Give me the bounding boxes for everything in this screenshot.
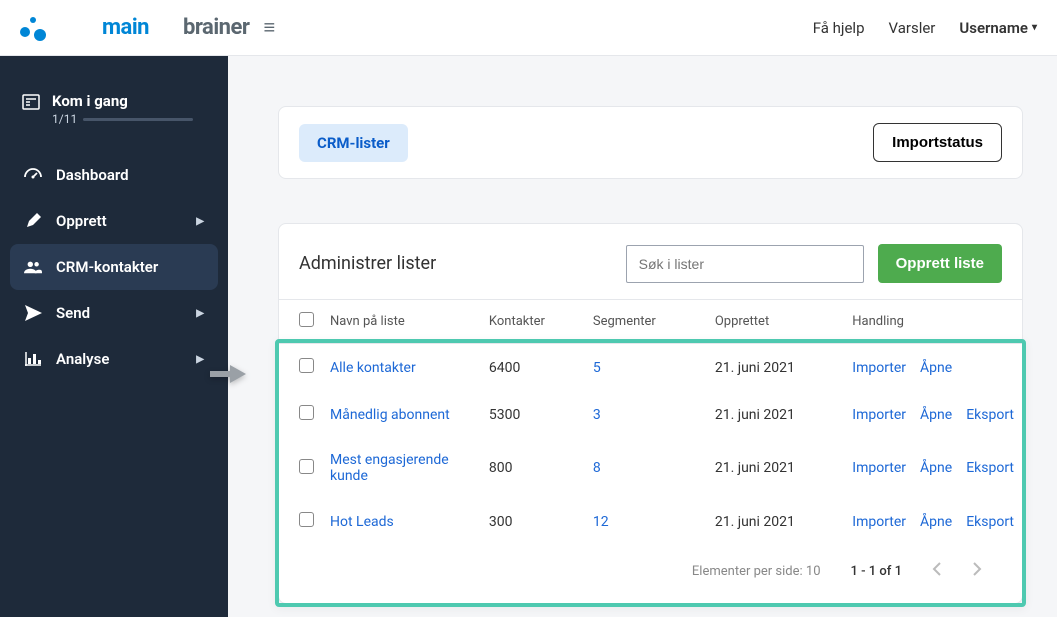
dashboard-icon <box>24 167 42 183</box>
topbar-right: Få hjelp Varsler Username ▾ <box>813 19 1037 37</box>
contacts-cell: 6400 <box>481 344 585 392</box>
username-dropdown[interactable]: Username ▾ <box>959 19 1037 37</box>
topbar: mainbrainer ≡ Få hjelp Varsler Username … <box>0 0 1057 56</box>
export-link[interactable]: Eksport <box>966 460 1014 476</box>
hamburger-icon[interactable]: ≡ <box>263 15 275 40</box>
segments-link[interactable]: 5 <box>593 360 601 376</box>
import-link[interactable]: Importer <box>852 360 906 376</box>
created-cell: 21. juni 2021 <box>707 344 844 392</box>
progress-counter: 1/11 <box>52 112 77 126</box>
import-link[interactable]: Importer <box>852 407 906 423</box>
segments-link[interactable]: 12 <box>593 514 609 530</box>
list-name-link[interactable]: Mest engasjerende kunde <box>330 452 449 484</box>
lists-table: Navn på liste Kontakter Segmenter Oppret… <box>279 299 1022 545</box>
table-row: Alle kontakter 6400 5 21. juni 2021 Importer… <box>279 344 1022 392</box>
caret-down-icon: ▾ <box>1032 22 1037 33</box>
export-link[interactable]: Eksport <box>966 407 1014 423</box>
help-link[interactable]: Få hjelp <box>813 19 865 37</box>
created-cell: 21. juni 2021 <box>707 498 844 545</box>
row-checkbox[interactable] <box>299 405 314 420</box>
open-link[interactable]: Åpne <box>920 514 952 530</box>
created-cell: 21. juni 2021 <box>707 438 844 498</box>
open-link[interactable]: Åpne <box>920 407 952 423</box>
tabs-card: CRM-lister Importstatus <box>278 106 1023 179</box>
open-link[interactable]: Åpne <box>920 360 952 376</box>
sidebar-item-analyse[interactable]: Analyse ▶ <box>10 336 218 382</box>
progress-bar <box>83 118 193 121</box>
export-link[interactable]: Eksport <box>966 514 1014 530</box>
sidebar-item-crm-kontakter[interactable]: CRM-kontakter <box>10 244 218 290</box>
page-range: 1 - 1 of 1 <box>851 564 902 579</box>
row-checkbox[interactable] <box>299 358 314 373</box>
row-checkbox[interactable] <box>299 512 314 527</box>
contacts-cell: 300 <box>481 498 585 545</box>
logo[interactable]: mainbrainer <box>20 15 249 41</box>
per-page-label: Elementer per side: 10 <box>692 564 821 579</box>
prev-page-button[interactable] <box>932 561 942 581</box>
table-row: Månedlig abonnent 5300 3 21. juni 2021 Impor… <box>279 391 1022 438</box>
logo-text: mainbrainer <box>52 15 249 40</box>
chevron-right-icon: ▶ <box>196 216 204 227</box>
pager: Elementer per side: 10 1 - 1 of 1 <box>279 545 1022 603</box>
chevron-right-icon: ▶ <box>196 308 204 319</box>
next-page-button[interactable] <box>972 561 982 581</box>
sidebar-item-dashboard[interactable]: Dashboard <box>10 152 218 198</box>
import-link[interactable]: Importer <box>852 460 906 476</box>
create-list-button[interactable]: Opprett liste <box>878 244 1002 283</box>
col-name: Navn på liste <box>322 300 481 344</box>
topbar-left: mainbrainer ≡ <box>20 15 275 41</box>
segments-link[interactable]: 3 <box>593 407 601 423</box>
segments-link[interactable]: 8 <box>593 460 601 476</box>
row-checkbox[interactable] <box>299 459 314 474</box>
import-link[interactable]: Importer <box>852 514 906 530</box>
sidebar-item-opprett[interactable]: Opprett ▶ <box>10 198 218 244</box>
sidebar-item-label: Dashboard <box>56 166 129 184</box>
col-actions: Handling <box>844 300 1022 344</box>
search-input[interactable] <box>626 245 864 283</box>
table-row: Hot Leads 300 12 21. juni 2021 Importer Åpne E… <box>279 498 1022 545</box>
users-icon <box>24 260 42 274</box>
col-created: Opprettet <box>707 300 844 344</box>
table-row: Mest engasjerende kunde 800 8 21. juni 2021… <box>279 438 1022 498</box>
send-icon <box>24 305 42 321</box>
sidebar-item-label: Opprett <box>56 212 107 230</box>
pencil-icon <box>24 213 42 229</box>
alerts-link[interactable]: Varsler <box>889 19 936 37</box>
import-status-button[interactable]: Importstatus <box>873 123 1002 162</box>
col-segments: Segmenter <box>585 300 707 344</box>
contacts-cell: 800 <box>481 438 585 498</box>
list-name-link[interactable]: Månedlig abonnent <box>330 407 450 423</box>
col-contacts: Kontakter <box>481 300 585 344</box>
logo-dots-icon <box>20 15 46 41</box>
contacts-cell: 5300 <box>481 391 585 438</box>
lists-card: Administrer lister Opprett liste Navn på… <box>278 223 1023 604</box>
sidebar-item-label: Send <box>56 304 90 322</box>
sidebar-item-label: CRM-kontakter <box>56 258 158 276</box>
chevron-right-icon: ▶ <box>196 354 204 365</box>
get-started-progress[interactable]: Kom i gang 1/11 <box>10 82 218 136</box>
list-name-link[interactable]: Hot Leads <box>330 514 394 530</box>
username-label: Username <box>959 19 1028 37</box>
sidebar-item-send[interactable]: Send ▶ <box>10 290 218 336</box>
main-content: CRM-lister Importstatus Administrer list… <box>228 56 1057 617</box>
open-link[interactable]: Åpne <box>920 460 952 476</box>
tab-crm-lists[interactable]: CRM-lister <box>299 124 408 162</box>
sidebar-item-label: Analyse <box>56 350 109 368</box>
created-cell: 21. juni 2021 <box>707 391 844 438</box>
select-all-checkbox[interactable] <box>299 312 314 327</box>
sidebar: Kom i gang 1/11 Dashboard Opprett ▶ CRM-kon… <box>0 56 228 617</box>
progress-title: Kom i gang <box>52 92 193 110</box>
lists-title: Administrer lister <box>299 253 436 274</box>
chart-icon <box>24 352 42 366</box>
list-name-link[interactable]: Alle kontakter <box>330 360 416 376</box>
newspaper-icon <box>22 94 40 126</box>
